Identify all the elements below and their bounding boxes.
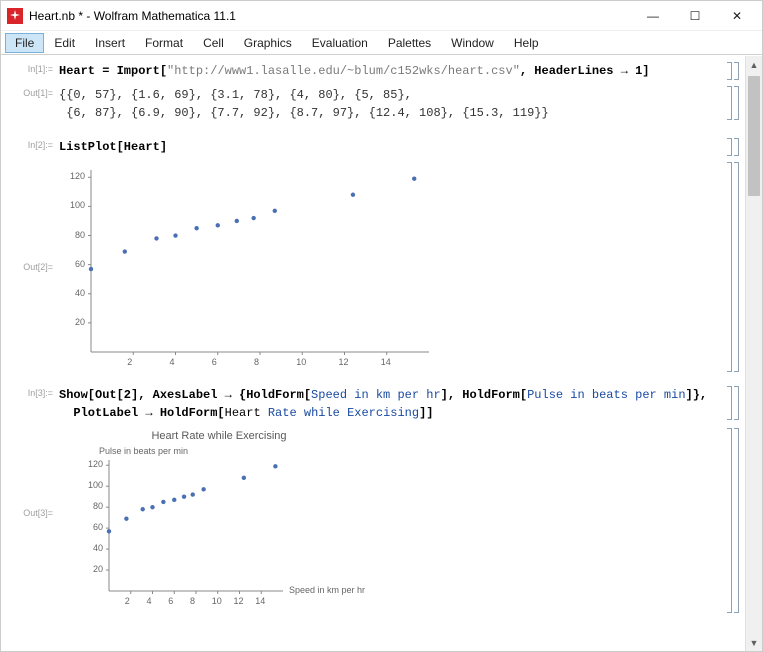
scroll-down-icon[interactable]: ▼ bbox=[746, 634, 762, 651]
plot-2[interactable]: 2 4 6 8 10 12 14 20 40 60 80 100 120 Heart Rate while… bbox=[59, 428, 379, 613]
y-tick-label: 60 bbox=[93, 522, 103, 532]
y-tick-label: 20 bbox=[93, 564, 103, 574]
menu-palettes[interactable]: Palettes bbox=[378, 33, 441, 53]
x-tick-label: 12 bbox=[234, 596, 244, 606]
x-tick-label: 2 bbox=[125, 596, 130, 606]
y-tick-label: 40 bbox=[93, 543, 103, 553]
plot-title: Heart Rate while Exercising bbox=[59, 430, 379, 442]
x-tick-label: 10 bbox=[212, 596, 222, 606]
vertical-scrollbar[interactable]: ▲ ▼ bbox=[745, 56, 762, 651]
y-axis-label: Pulse in beats per min bbox=[99, 446, 188, 456]
window-controls: — ☐ ✕ bbox=[632, 2, 758, 30]
cell-output-1[interactable]: {{0, 57}, {1.6, 69}, {3.1, 78}, {4, 80},… bbox=[59, 86, 719, 122]
scroll-up-icon[interactable]: ▲ bbox=[746, 56, 762, 73]
maximize-button[interactable]: ☐ bbox=[674, 2, 716, 30]
y-tick-label: 100 bbox=[88, 480, 103, 490]
menu-evaluation[interactable]: Evaluation bbox=[302, 33, 378, 53]
cell-label-out3: Out[3]= bbox=[7, 428, 59, 518]
x-tick-label: 4 bbox=[147, 596, 152, 606]
x-tick-label: 8 bbox=[190, 596, 195, 606]
menu-edit[interactable]: Edit bbox=[44, 33, 85, 53]
x-tick-label: 8 bbox=[254, 357, 259, 367]
titlebar: Heart.nb * - Wolfram Mathematica 11.1 — … bbox=[1, 1, 762, 31]
window-title: Heart.nb * - Wolfram Mathematica 11.1 bbox=[29, 9, 236, 23]
cell-input-3[interactable]: Show[Out[2], AxesLabel → {HoldForm[Speed… bbox=[59, 386, 719, 422]
x-tick-label: 14 bbox=[255, 596, 265, 606]
y-tick-label: 40 bbox=[75, 288, 85, 298]
menu-help[interactable]: Help bbox=[504, 33, 549, 53]
cell-label-out2: Out[2]= bbox=[7, 162, 59, 272]
y-tick-label: 100 bbox=[70, 200, 85, 210]
close-button[interactable]: ✕ bbox=[716, 2, 758, 30]
y-tick-label: 20 bbox=[75, 317, 85, 327]
menu-cell[interactable]: Cell bbox=[193, 33, 234, 53]
x-axis-label: Speed in km per hr bbox=[289, 585, 365, 595]
cell-input-1[interactable]: Heart = Import["http://www1.lasalle.edu/… bbox=[59, 62, 719, 80]
y-tick-label: 80 bbox=[75, 230, 85, 240]
menu-window[interactable]: Window bbox=[441, 33, 504, 53]
x-tick-label: 14 bbox=[381, 357, 391, 367]
y-tick-label: 80 bbox=[93, 501, 103, 511]
y-tick-label: 120 bbox=[88, 459, 103, 469]
y-tick-label: 60 bbox=[75, 259, 85, 269]
cell-label-in2: In[2]:= bbox=[7, 138, 59, 150]
x-tick-label: 6 bbox=[168, 596, 173, 606]
x-tick-label: 2 bbox=[127, 357, 132, 367]
x-tick-label: 12 bbox=[339, 357, 349, 367]
y-tick-label: 120 bbox=[70, 171, 85, 181]
plot-1[interactable]: 2 4 6 8 10 12 14 20 40 60 80 100 120 bbox=[59, 162, 439, 372]
menu-insert[interactable]: Insert bbox=[85, 33, 135, 53]
x-tick-label: 6 bbox=[212, 357, 217, 367]
scroll-thumb[interactable] bbox=[748, 76, 760, 196]
cell-label-in1: In[1]:= bbox=[7, 62, 59, 74]
cell-label-out1: Out[1]= bbox=[7, 86, 59, 98]
menubar: File Edit Insert Format Cell Graphics Ev… bbox=[1, 31, 762, 55]
menu-graphics[interactable]: Graphics bbox=[234, 33, 302, 53]
cell-input-2[interactable]: ListPlot[Heart] bbox=[59, 138, 719, 156]
menu-file[interactable]: File bbox=[5, 33, 44, 53]
notebook-area[interactable]: In[1]:= Heart = Import["http://www1.lasa… bbox=[1, 56, 745, 651]
x-tick-label: 4 bbox=[170, 357, 175, 367]
x-tick-label: 10 bbox=[296, 357, 306, 367]
app-icon bbox=[7, 8, 23, 24]
menu-format[interactable]: Format bbox=[135, 33, 193, 53]
cell-label-in3: In[3]:= bbox=[7, 386, 59, 398]
minimize-button[interactable]: — bbox=[632, 2, 674, 30]
